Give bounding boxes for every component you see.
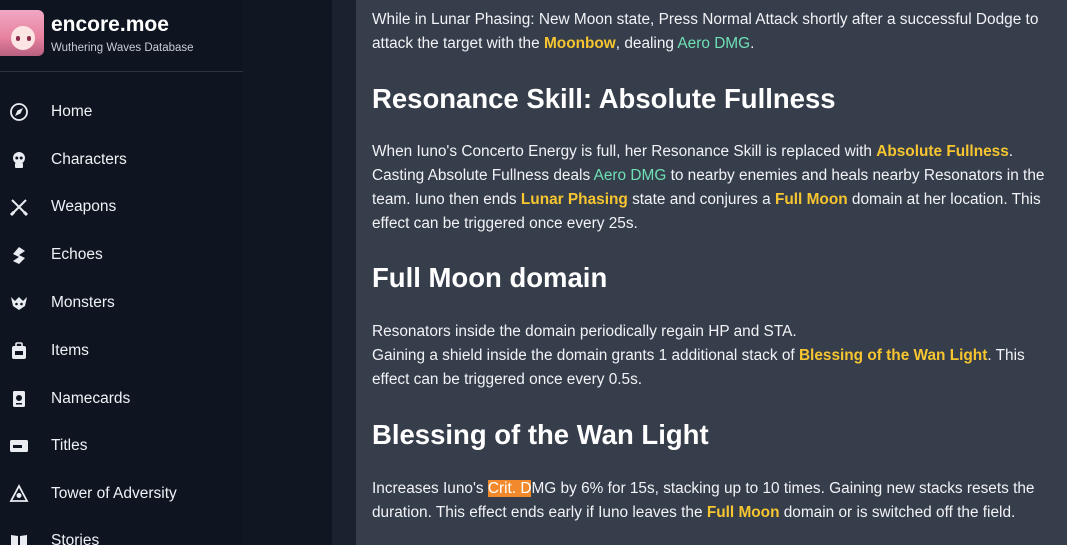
monster-icon bbox=[8, 292, 30, 314]
logo-avatar bbox=[0, 10, 44, 56]
text-run: , dealing bbox=[615, 35, 678, 52]
nav-label-echoes: Echoes bbox=[51, 246, 103, 263]
compass-icon bbox=[8, 101, 30, 123]
nav-item-titles[interactable]: Titles bbox=[0, 424, 243, 468]
nav-label-stories: Stories bbox=[51, 532, 100, 545]
brand-header[interactable]: encore.moe Wuthering Waves Database bbox=[0, 0, 243, 72]
nav-item-tower-of-adversity[interactable]: Tower of Adversity bbox=[0, 472, 243, 516]
nav-item-characters[interactable]: Characters bbox=[0, 138, 243, 182]
character-icon bbox=[8, 149, 30, 171]
resonance-paragraph: When Iuno's Concerto Energy is full, her… bbox=[372, 140, 1064, 236]
nav-label-titles: Titles bbox=[51, 437, 88, 454]
intro-paragraph: While in Lunar Phasing: New Moon state, … bbox=[372, 8, 1064, 56]
nav-item-monsters[interactable]: Monsters bbox=[0, 281, 243, 325]
term-aero-dmg[interactable]: Aero DMG bbox=[677, 35, 750, 52]
term-full-moon[interactable]: Full Moon bbox=[775, 191, 848, 208]
blessing-paragraph: Increases Iuno's Crit. DMG by 6% for 15s… bbox=[372, 477, 1064, 525]
nav-item-home[interactable]: Home bbox=[0, 90, 243, 134]
title-card-icon bbox=[8, 435, 30, 457]
nav-item-weapons[interactable]: Weapons bbox=[0, 185, 243, 229]
nav-item-echoes[interactable]: Echoes bbox=[0, 233, 243, 277]
crossed-swords-icon bbox=[8, 196, 30, 218]
site-subtitle: Wuthering Waves Database bbox=[51, 42, 194, 54]
nav-item-items[interactable]: Items bbox=[0, 329, 243, 373]
backpack-icon bbox=[8, 340, 30, 362]
site-title[interactable]: encore.moe bbox=[51, 12, 169, 38]
text-run: Resonators inside the domain periodicall… bbox=[372, 323, 797, 340]
term-aero-dmg[interactable]: Aero DMG bbox=[594, 167, 667, 184]
fullmoon-paragraph: Resonators inside the domain periodicall… bbox=[372, 320, 1064, 392]
heading-blessing-of-the-wan-light: Blessing of the Wan Light bbox=[372, 419, 709, 450]
namecard-icon bbox=[8, 388, 30, 410]
nav-item-namecards[interactable]: Namecards bbox=[0, 377, 243, 421]
term-absolute-fullness[interactable]: Absolute Fullness bbox=[876, 143, 1009, 160]
nav-label-home: Home bbox=[51, 103, 93, 120]
term-lunar-phasing[interactable]: Lunar Phasing bbox=[521, 191, 628, 208]
text-run: Gaining a shield inside the domain grant… bbox=[372, 347, 799, 364]
heading-resonance-skill: Resonance Skill: Absolute Fullness bbox=[372, 83, 836, 114]
nav-item-stories[interactable]: Stories bbox=[0, 519, 243, 545]
content-panel: While in Lunar Phasing: New Moon state, … bbox=[356, 0, 1067, 545]
text-run: When Iuno's Concerto Energy is full, her… bbox=[372, 143, 877, 160]
nav-label-namecards: Namecards bbox=[51, 390, 131, 407]
heading-full-moon-domain: Full Moon domain bbox=[372, 262, 608, 293]
text-run: domain or is switched off the field. bbox=[779, 504, 1016, 521]
nav-label-items: Items bbox=[51, 342, 89, 359]
nav-label-tower-of-adversity: Tower of Adversity bbox=[51, 485, 177, 502]
term-full-moon[interactable]: Full Moon bbox=[707, 504, 780, 521]
text-run: . bbox=[750, 35, 755, 52]
nav-label-characters: Characters bbox=[51, 151, 127, 168]
term-blessing-of-the-wan-light[interactable]: Blessing of the Wan Light bbox=[799, 347, 987, 364]
text-selection-highlight[interactable]: Crit. D bbox=[487, 480, 532, 497]
book-icon bbox=[8, 530, 30, 545]
nav-label-monsters: Monsters bbox=[51, 294, 115, 311]
text-run: Increases Iuno's bbox=[372, 480, 488, 497]
tower-icon bbox=[8, 483, 30, 505]
text-run: state and conjures a bbox=[627, 191, 775, 208]
sidebar: encore.moe Wuthering Waves Database Home… bbox=[0, 0, 243, 545]
nav-label-weapons: Weapons bbox=[51, 198, 117, 215]
sidebar-gutter bbox=[243, 0, 332, 545]
echo-icon bbox=[8, 244, 30, 266]
content-margin bbox=[332, 0, 356, 545]
term-moonbow[interactable]: Moonbow bbox=[544, 35, 616, 52]
